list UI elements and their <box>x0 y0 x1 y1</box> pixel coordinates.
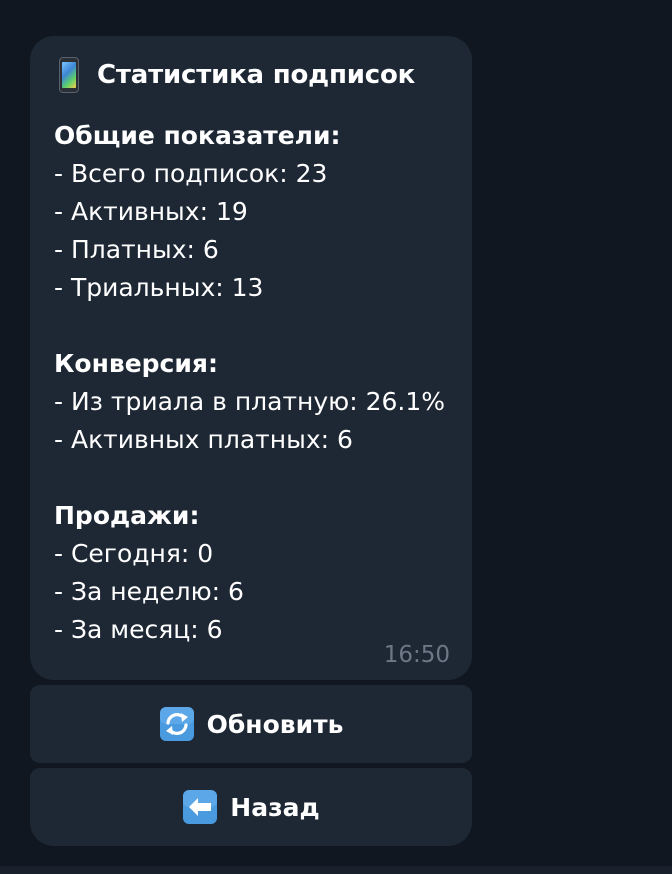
sales-line-today: - Сегодня: 0 <box>54 539 214 568</box>
general-line-trial: - Триальных: 13 <box>54 273 264 302</box>
refresh-button-label: Обновить <box>206 709 344 739</box>
chat-view: Статистика подписок Общие показатели: - … <box>0 0 672 874</box>
input-area-divider <box>0 866 672 874</box>
message-bubble: Статистика подписок Общие показатели: - … <box>30 36 472 680</box>
general-line-total: - Всего подписок: 23 <box>54 159 328 188</box>
message-title-row: Статистика подписок <box>54 56 448 94</box>
general-heading: Общие показатели: <box>54 121 341 150</box>
conversion-heading: Конверсия: <box>54 349 218 378</box>
general-line-paid: - Платных: 6 <box>54 235 219 264</box>
back-button-label: Назад <box>230 792 320 822</box>
left-arrow-icon <box>182 789 218 825</box>
conversion-line-trial-to-paid: - Из триала в платную: 26.1% <box>54 387 446 416</box>
mobile-phone-icon <box>59 57 79 93</box>
sales-heading: Продажи: <box>54 501 200 530</box>
refresh-arrows-icon <box>159 706 195 742</box>
message-title: Статистика подписок <box>97 60 416 90</box>
back-button[interactable]: Назад <box>30 768 472 846</box>
conversion-line-active-paid: - Активных платных: 6 <box>54 425 353 454</box>
message-timestamp: 16:50 <box>383 642 450 668</box>
refresh-button[interactable]: Обновить <box>30 685 472 763</box>
general-line-active: - Активных: 19 <box>54 197 248 226</box>
sales-line-week: - За неделю: 6 <box>54 577 244 606</box>
